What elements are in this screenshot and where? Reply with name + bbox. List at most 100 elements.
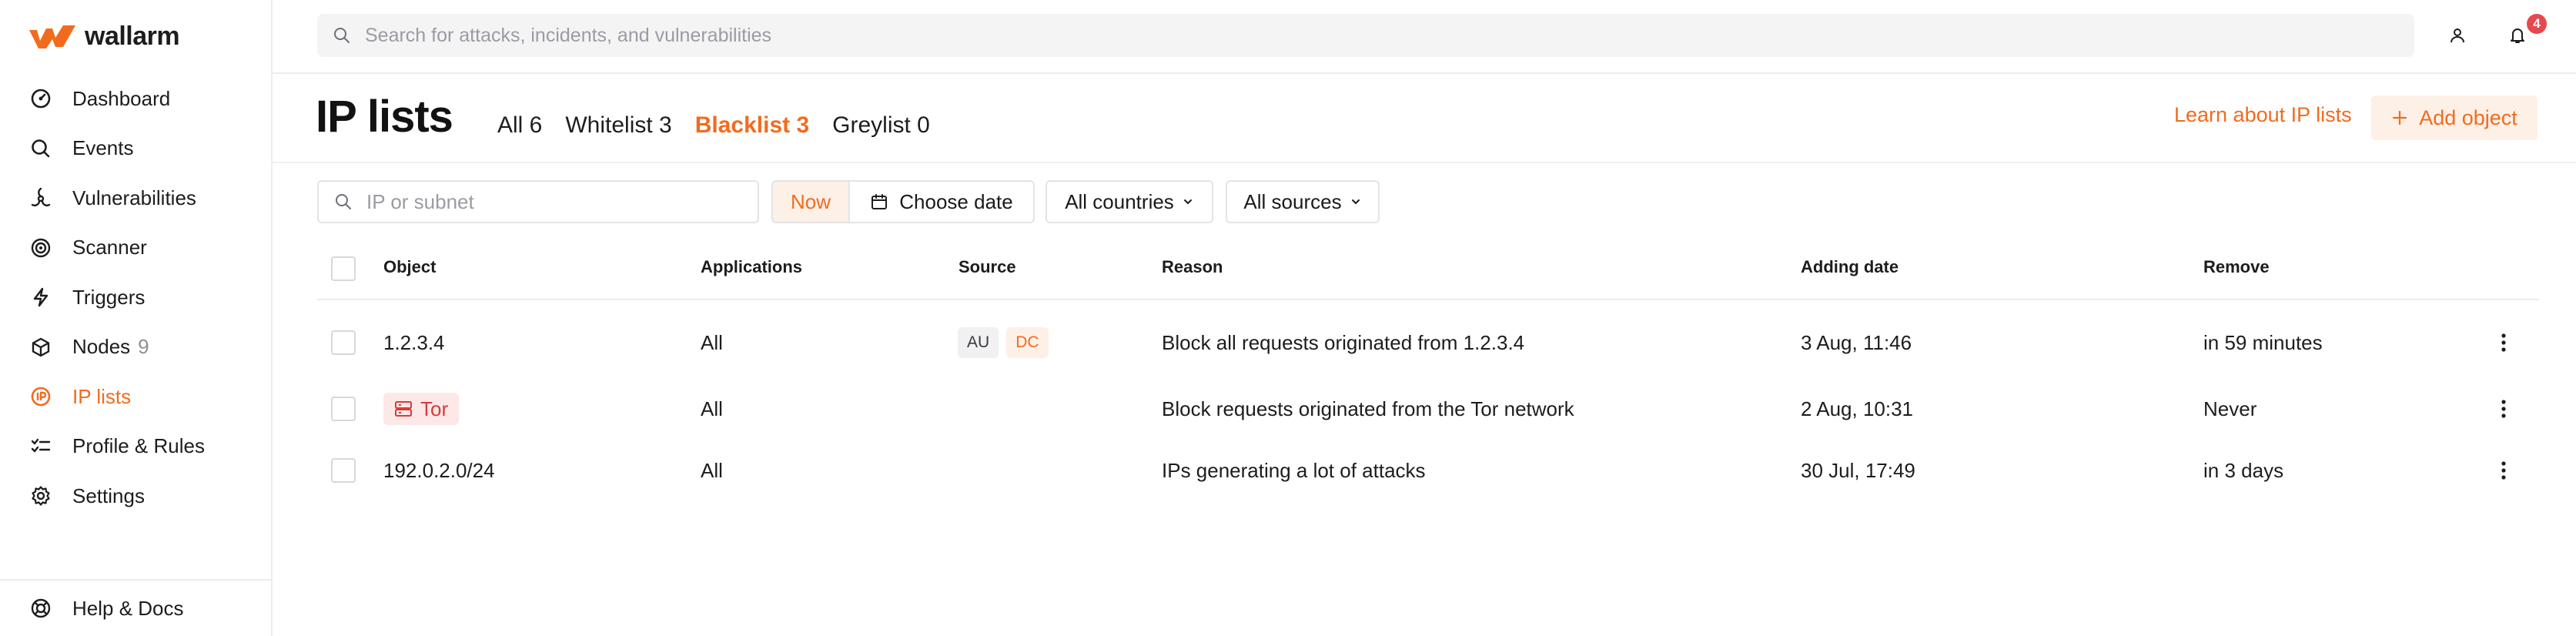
chevron-down-icon (1183, 199, 1192, 204)
table-header-divider (317, 299, 2539, 300)
column-header-reason: Reason (1162, 257, 1223, 276)
sidebar-item-nodes[interactable]: Nodes 9 (0, 323, 271, 373)
row-object: 192.0.2.0/24 (383, 458, 495, 482)
sidebar-item-label: IP lists (72, 384, 132, 408)
biohazard-icon (29, 186, 52, 209)
row-applications: All (701, 458, 723, 482)
sources-select-label: All sources (1243, 189, 1342, 213)
add-object-button[interactable]: Add object (2371, 95, 2538, 140)
row-reason: Block requests originated from the Tor n… (1162, 397, 1574, 420)
sidebar-item-vulnerabilities[interactable]: Vulnerabilities (0, 173, 271, 223)
sidebar-item-label: Scanner (72, 236, 147, 259)
row-applications: All (701, 397, 723, 420)
sidebar-item-label: Events (72, 136, 134, 160)
row-menu-button[interactable] (2494, 312, 2513, 373)
sidebar-item-label: Vulnerabilities (72, 186, 196, 209)
search-icon (334, 28, 350, 43)
sidebar-item-label: Dashboard (72, 86, 171, 110)
bell-icon (2511, 28, 2524, 43)
choose-date-button[interactable]: Choose date (848, 180, 1035, 223)
global-search[interactable] (317, 14, 2414, 57)
tab-all[interactable]: All 6 (497, 112, 542, 139)
table-row[interactable]: 192.0.2.0/24 All IPs generating a lot of… (317, 440, 2539, 501)
more-vertical-icon (2501, 333, 2506, 352)
row-adding-date: 3 Aug, 11:46 (1801, 330, 1912, 354)
row-adding-date: 30 Jul, 17:49 (1801, 458, 1915, 482)
sidebar-item-triggers[interactable]: Triggers (0, 273, 271, 323)
row-adding-date: 2 Aug, 10:31 (1801, 397, 1914, 420)
countries-select-label: All countries (1065, 189, 1174, 213)
row-remove: in 3 days (2203, 458, 2284, 482)
page-title: IP lists (316, 92, 453, 142)
column-header-remove: Remove (2203, 257, 2270, 276)
learn-about-ip-lists-link[interactable]: Learn about IP lists (2174, 103, 2352, 127)
select-all-checkbox[interactable] (331, 256, 356, 281)
tab-blacklist[interactable]: Blacklist 3 (695, 112, 809, 139)
tab-greylist[interactable]: Greylist 0 (832, 112, 930, 139)
user-menu-button[interactable] (2437, 15, 2477, 55)
tab-whitelist[interactable]: Whitelist 3 (565, 112, 671, 139)
sidebar-item-label: Profile & Rules (72, 434, 205, 458)
logo[interactable]: wallarm (29, 22, 180, 52)
nodes-count: 9 (138, 335, 149, 359)
global-search-input[interactable] (363, 23, 2368, 48)
sidebar-item-profile-rules[interactable]: Profile & Rules (0, 422, 271, 472)
search-icon (29, 137, 52, 160)
tor-tag-label: Tor (420, 397, 449, 420)
ip-icon (29, 385, 52, 408)
more-vertical-icon (2501, 461, 2506, 480)
radar-icon (29, 236, 52, 259)
sidebar-item-events[interactable]: Events (0, 124, 271, 174)
calendar-icon (871, 194, 888, 209)
wallarm-logo-icon (29, 25, 75, 49)
row-applications: All (701, 330, 723, 354)
choose-date-label: Choose date (899, 189, 1013, 213)
dashboard-icon (29, 87, 52, 110)
sidebar-item-label: Settings (72, 484, 145, 507)
sidebar: wallarm Dashboard Events Vulnerabilities… (0, 0, 273, 636)
sidebar-item-label: Triggers (72, 285, 146, 309)
source-tag: DC (1006, 327, 1049, 358)
row-remove: in 59 minutes (2203, 330, 2323, 354)
table-row[interactable]: 1.2.3.4 All AU DC Block all requests ori… (317, 312, 2539, 373)
sidebar-item-settings[interactable]: Settings (0, 471, 271, 521)
countries-select[interactable]: All countries (1045, 180, 1213, 223)
column-header-object: Object (383, 257, 437, 276)
sidebar-item-ip-lists[interactable]: IP lists (0, 372, 271, 422)
row-reason: IPs generating a lot of attacks (1162, 458, 1426, 482)
lifebuoy-icon (29, 597, 52, 620)
list-tabs: All 6 Whitelist 3 Blacklist 3 Greylist 0 (497, 112, 930, 139)
header-divider (271, 162, 2576, 163)
top-bar: 4 (271, 0, 2576, 74)
rules-icon (29, 435, 52, 458)
user-icon (2451, 28, 2464, 43)
sidebar-item-dashboard[interactable]: Dashboard (0, 74, 271, 124)
row-reason: Block all requests originated from 1.2.3… (1162, 330, 1525, 354)
chevron-down-icon (1351, 199, 1360, 204)
row-menu-button[interactable] (2494, 440, 2513, 501)
sidebar-item-label: Nodes (72, 335, 131, 359)
sidebar-item-scanner[interactable]: Scanner (0, 223, 271, 273)
more-vertical-icon (2501, 400, 2506, 418)
nodes-icon (29, 336, 52, 359)
sidebar-item-help-docs[interactable]: Help & Docs (0, 591, 271, 625)
column-header-applications: Applications (701, 257, 803, 276)
table-row[interactable]: Tor All Block requests originated from t… (317, 378, 2539, 440)
row-remove: Never (2203, 397, 2257, 420)
row-source: AU DC (958, 312, 1056, 373)
search-icon (336, 194, 351, 209)
ip-subnet-input[interactable] (365, 189, 738, 215)
brand-name: wallarm (85, 22, 180, 51)
sidebar-nav: Dashboard Events Vulnerabilities Scanner… (0, 74, 271, 521)
row-menu-button[interactable] (2494, 378, 2513, 440)
now-button[interactable]: Now (771, 180, 848, 223)
notification-badge: 4 (2527, 14, 2547, 34)
plus-icon (2393, 110, 2407, 126)
ip-filter[interactable] (317, 180, 759, 223)
sidebar-footer: Help & Docs (0, 579, 271, 625)
row-object: Tor (383, 378, 460, 440)
sources-select[interactable]: All sources (1226, 180, 1380, 223)
server-icon (395, 401, 412, 417)
source-tag: AU (958, 327, 999, 358)
lightning-icon (29, 286, 52, 309)
